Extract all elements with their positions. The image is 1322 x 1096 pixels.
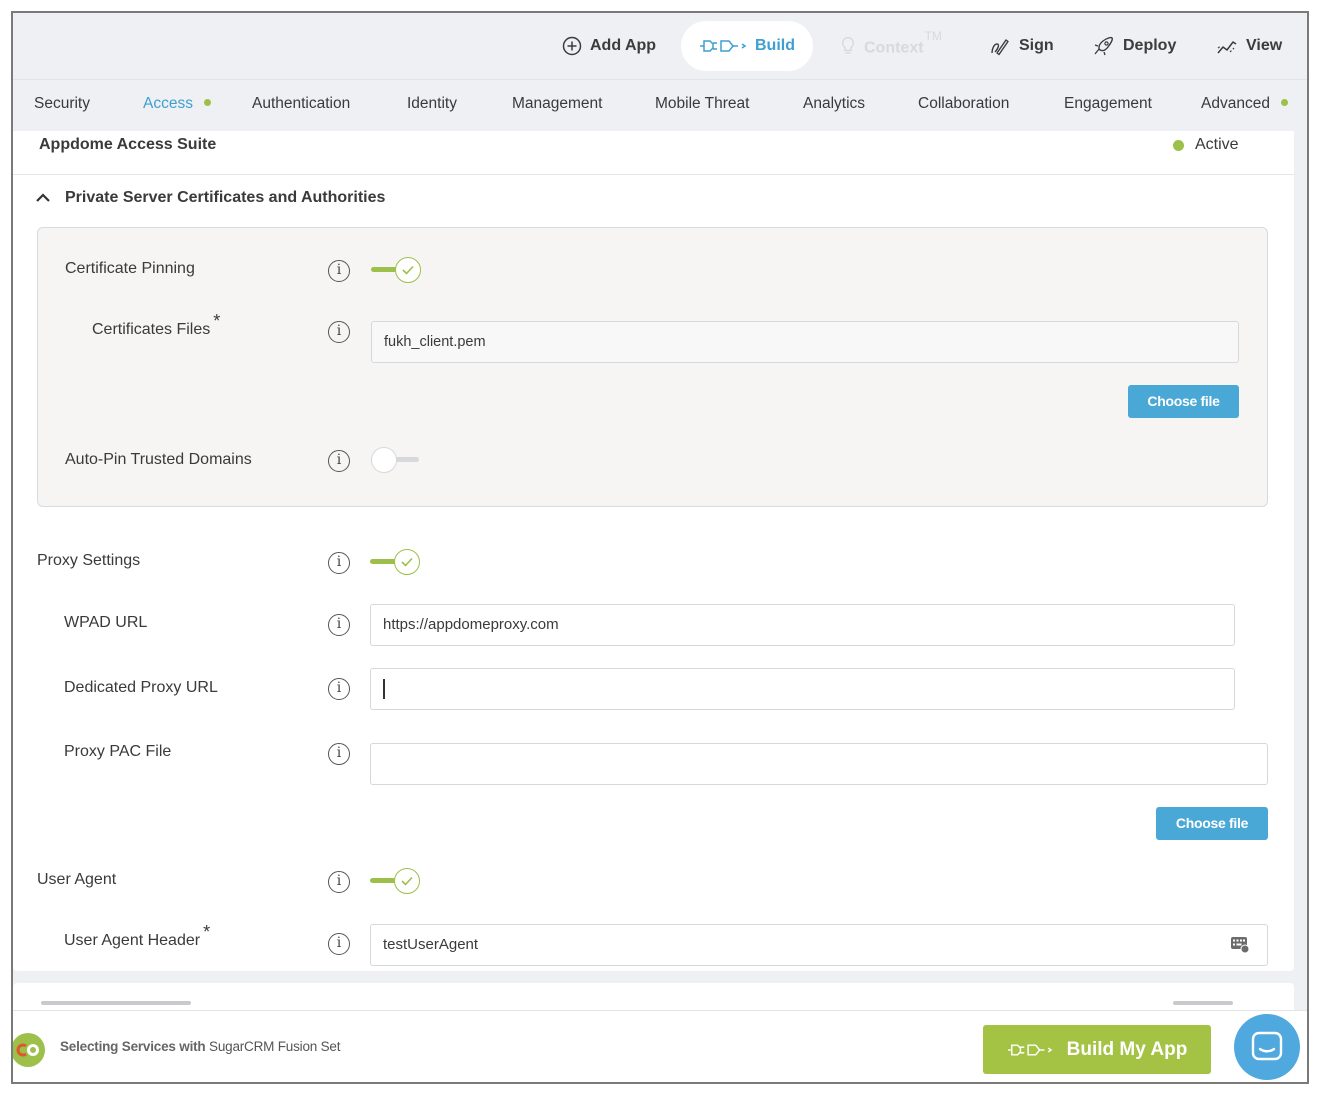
check-icon xyxy=(402,265,414,275)
proxy-settings-toggle[interactable] xyxy=(370,548,422,576)
deploy-label: Deploy xyxy=(1123,37,1177,54)
required-asterisk: * xyxy=(203,922,211,942)
tab-access[interactable]: Access xyxy=(143,80,211,132)
fusion-set-logo xyxy=(13,1033,45,1067)
check-icon xyxy=(401,557,413,567)
build-my-app-label: Build My App xyxy=(1066,1038,1188,1060)
tab-authentication[interactable]: Authentication xyxy=(252,80,350,132)
text-cursor xyxy=(383,679,385,700)
required-asterisk: * xyxy=(213,311,221,331)
access-suite-panel: Appdome Access Suite Active Private Serv… xyxy=(13,131,1294,971)
tab-management[interactable]: Management xyxy=(512,80,602,132)
trademark-mark: TM xyxy=(924,28,942,43)
tab-advanced[interactable]: Advanced xyxy=(1201,80,1288,132)
lightbulb-icon xyxy=(841,36,855,54)
suite-header: Appdome Access Suite Active xyxy=(13,131,1294,175)
context-label: ContextTM xyxy=(864,28,942,57)
proxy-settings-label: Proxy Settings xyxy=(37,552,141,569)
tab-analytics[interactable]: Analytics xyxy=(803,80,865,132)
info-icon[interactable]: i xyxy=(328,552,350,574)
info-icon[interactable]: i xyxy=(328,678,350,700)
tab-engagement[interactable]: Engagement xyxy=(1064,80,1152,132)
context-button[interactable]: ContextTM xyxy=(840,27,942,65)
build-button[interactable]: Build xyxy=(681,21,813,71)
status-dot xyxy=(1173,139,1184,151)
build-my-app-button[interactable]: Build My App xyxy=(983,1025,1211,1074)
proxy-pac-file-input[interactable] xyxy=(370,743,1268,785)
user-agent-header-input[interactable]: testUserAgent xyxy=(370,924,1268,966)
view-button[interactable]: View xyxy=(1216,27,1282,65)
tab-collaboration[interactable]: Collaboration xyxy=(918,80,1009,132)
suite-title: Appdome Access Suite xyxy=(39,136,217,153)
user-agent-toggle[interactable] xyxy=(370,867,422,895)
fusion-set-text: Selecting Services with SugarCRM Fusion … xyxy=(60,1039,341,1054)
top-navigation: Add App Build ContextTM Sign Deploy View xyxy=(13,13,1307,79)
dedicated-proxy-url-input[interactable] xyxy=(370,668,1235,710)
certificate-settings-box: Certificate Pinning i Certificates Files… xyxy=(37,227,1268,507)
add-app-label: Add App xyxy=(590,37,657,54)
chat-bubble-icon xyxy=(1251,1031,1283,1061)
sign-label: Sign xyxy=(1019,37,1054,54)
section-toggle[interactable]: Private Server Certificates and Authorit… xyxy=(35,189,385,207)
info-icon[interactable]: i xyxy=(328,450,350,472)
next-suite-panel xyxy=(13,983,1294,1013)
auto-pin-toggle[interactable] xyxy=(371,446,423,474)
deploy-button[interactable]: Deploy xyxy=(1093,27,1176,65)
keyboard-icon[interactable] xyxy=(1230,936,1250,954)
info-icon[interactable]: i xyxy=(328,871,350,893)
info-icon[interactable]: i xyxy=(328,743,350,765)
dedicated-proxy-url-label: Dedicated Proxy URL xyxy=(64,679,218,696)
chat-button[interactable] xyxy=(1234,1014,1300,1080)
tab-security[interactable]: Security xyxy=(34,80,90,132)
info-icon[interactable]: i xyxy=(328,933,350,955)
chevron-up-icon xyxy=(36,193,50,202)
tab-mobile-threat[interactable]: Mobile Threat xyxy=(655,80,749,132)
wpad-url-input[interactable]: https://appdomeproxy.com xyxy=(370,604,1235,646)
user-agent-header-label: User Agent Header * xyxy=(64,922,211,949)
check-icon xyxy=(401,876,413,886)
tab-identity[interactable]: Identity xyxy=(407,80,457,132)
section-title: Private Server Certificates and Authorit… xyxy=(65,189,386,206)
proxy-pac-file-label: Proxy PAC File xyxy=(64,743,172,760)
plug-icon xyxy=(1007,1043,1053,1056)
certificates-files-label: Certificates Files * xyxy=(92,311,221,338)
info-icon[interactable]: i xyxy=(328,260,350,282)
auto-pin-label: Auto-Pin Trusted Domains xyxy=(65,451,252,468)
fusion-logo-icon xyxy=(16,1043,39,1057)
certificate-pinning-toggle[interactable] xyxy=(371,256,423,284)
plus-circle-icon xyxy=(562,36,582,56)
user-agent-label: User Agent xyxy=(37,871,117,888)
info-icon[interactable]: i xyxy=(328,321,350,343)
plug-icon xyxy=(700,40,747,52)
choose-file-button[interactable]: Choose file xyxy=(1128,385,1239,418)
choose-file-button[interactable]: Choose file xyxy=(1156,807,1268,840)
add-app-button[interactable]: Add App xyxy=(562,27,656,65)
info-icon[interactable]: i xyxy=(328,614,350,636)
suite-status: Active xyxy=(1173,136,1239,154)
bottom-bar: Selecting Services with SugarCRM Fusion … xyxy=(13,1010,1307,1082)
status-text: Active xyxy=(1195,136,1239,153)
certificates-file-input[interactable]: fukh_client.pem xyxy=(371,321,1239,363)
category-tabs: Security Access Authentication Identity … xyxy=(13,79,1307,131)
active-indicator-dot xyxy=(1280,99,1288,107)
fusion-set-name[interactable]: SugarCRM Fusion Set xyxy=(209,1039,340,1054)
sign-button[interactable]: Sign xyxy=(989,27,1054,65)
wpad-url-label: WPAD URL xyxy=(64,614,148,631)
certificate-pinning-label: Certificate Pinning xyxy=(65,260,195,277)
view-label: View xyxy=(1246,37,1283,54)
app-window: Add App Build ContextTM Sign Deploy View… xyxy=(11,11,1309,1084)
active-indicator-dot xyxy=(203,99,211,107)
rocket-icon xyxy=(1094,36,1113,56)
pen-signature-icon xyxy=(991,39,1009,56)
build-label: Build xyxy=(755,37,795,54)
chart-line-icon xyxy=(1217,41,1237,54)
